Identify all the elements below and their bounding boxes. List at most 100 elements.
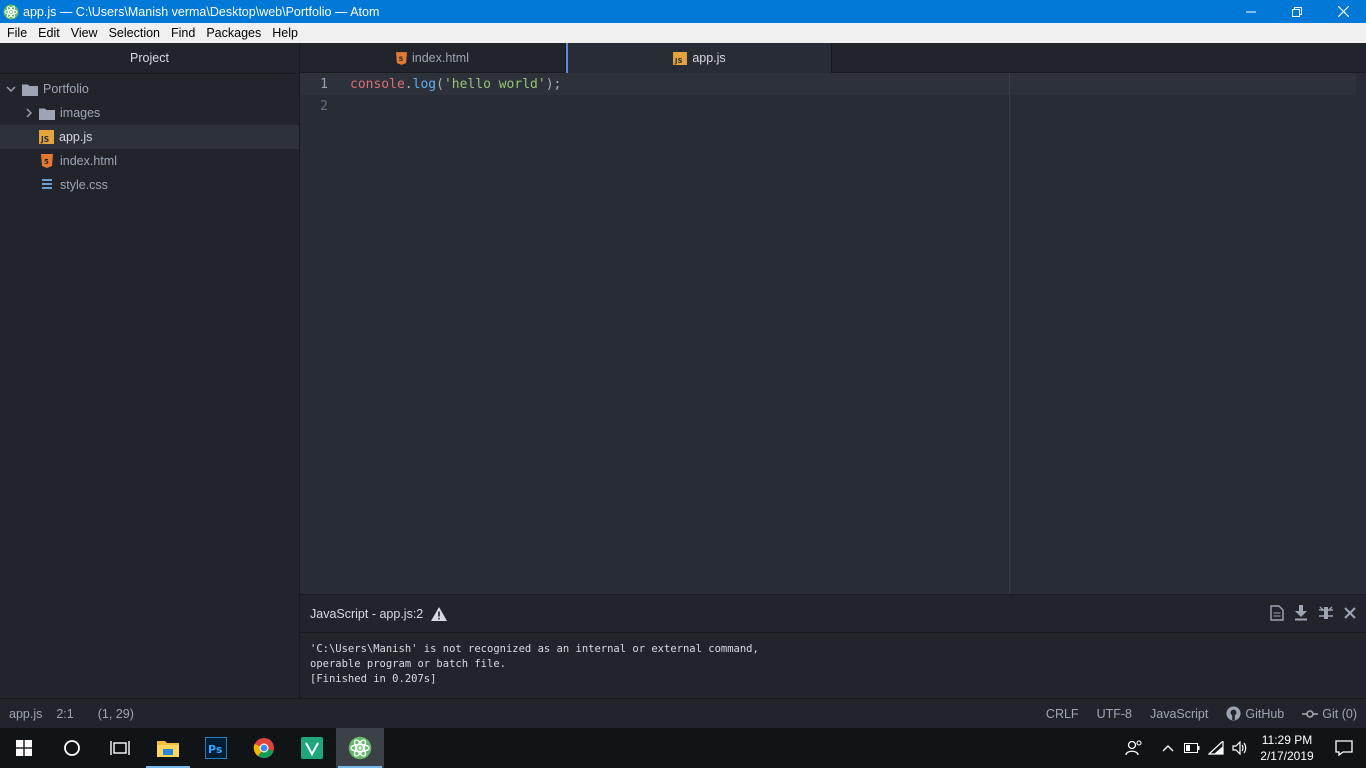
window-title: app.js — C:\Users\Manish verma\Desktop\w… bbox=[23, 4, 380, 19]
wrap-guide bbox=[1009, 73, 1010, 594]
status-grammar[interactable]: JavaScript bbox=[1150, 707, 1208, 721]
windows-logo-icon bbox=[16, 740, 32, 756]
js-file-icon: JS bbox=[39, 130, 54, 144]
show-hidden-icons-button[interactable] bbox=[1156, 728, 1180, 768]
wifi-icon bbox=[1208, 741, 1224, 755]
tab-index-html[interactable]: 5 index.html bbox=[300, 43, 566, 73]
system-tray: 11:29 PM 2/17/2019 bbox=[1112, 728, 1366, 768]
bug-settings-icon[interactable] bbox=[1318, 605, 1334, 621]
download-icon[interactable] bbox=[1294, 605, 1308, 621]
atom-taskbar-button[interactable] bbox=[336, 728, 384, 768]
output-line: 'C:\Users\Manish' is not recognized as a… bbox=[310, 643, 759, 655]
html5-file-icon: 5 bbox=[396, 51, 407, 65]
status-bar: app.js 2:1 (1, 29) CRLF UTF-8 JavaScript… bbox=[0, 698, 1366, 728]
cortana-search-button[interactable] bbox=[48, 728, 96, 768]
chrome-taskbar-button[interactable] bbox=[240, 728, 288, 768]
menu-packages[interactable]: Packages bbox=[201, 26, 266, 40]
close-icon[interactable] bbox=[1344, 607, 1356, 619]
close-button[interactable] bbox=[1320, 0, 1366, 23]
code-token-object: console bbox=[350, 76, 405, 92]
line-number: 2 bbox=[320, 98, 328, 114]
people-icon bbox=[1125, 740, 1142, 756]
code-text: console.log('hello world'); bbox=[350, 77, 561, 92]
action-center-button[interactable] bbox=[1322, 728, 1366, 768]
network-button[interactable] bbox=[1204, 728, 1228, 768]
cortana-circle-icon bbox=[64, 740, 80, 756]
html5-file-icon: 5 bbox=[41, 154, 53, 168]
menu-view[interactable]: View bbox=[66, 26, 103, 40]
tree-view: Project Portfolio images JS app.js 5 ind… bbox=[0, 43, 300, 698]
project-header[interactable]: Project bbox=[0, 43, 299, 74]
status-cursor-position[interactable]: 2:1 bbox=[56, 707, 73, 721]
output-toolbar bbox=[1270, 605, 1356, 621]
copy-output-icon[interactable] bbox=[1270, 605, 1284, 621]
tree-item-label: app.js bbox=[59, 130, 93, 144]
tree-item-index-html[interactable]: 5 index.html bbox=[0, 149, 299, 173]
code-token-close: ); bbox=[545, 76, 562, 92]
restore-button[interactable] bbox=[1274, 0, 1320, 23]
output-title: JavaScript - app.js:2 bbox=[310, 606, 424, 621]
svg-text:5: 5 bbox=[44, 158, 49, 166]
editor-line: 2 bbox=[300, 95, 1356, 117]
status-file-name[interactable]: app.js bbox=[9, 707, 42, 721]
output-line: [Finished in 0.207s] bbox=[310, 673, 437, 685]
start-button[interactable] bbox=[0, 728, 48, 768]
warning-icon bbox=[431, 606, 448, 621]
output-line: operable program or batch file. bbox=[310, 658, 506, 670]
chevron-right-icon bbox=[26, 108, 32, 118]
code-token-function: log bbox=[412, 76, 437, 92]
app-taskbar-button[interactable] bbox=[288, 728, 336, 768]
battery-button[interactable] bbox=[1180, 728, 1204, 768]
folder-icon bbox=[22, 84, 38, 96]
git-commit-icon bbox=[1302, 709, 1319, 718]
tab-label: index.html bbox=[412, 51, 469, 65]
minimize-button[interactable] bbox=[1228, 0, 1274, 23]
taskbar-clock[interactable]: 11:29 PM 2/17/2019 bbox=[1252, 732, 1322, 764]
tree-item-style-css[interactable]: style.css bbox=[0, 173, 299, 197]
chevron-up-icon bbox=[1162, 745, 1174, 752]
title-bar: app.js — C:\Users\Manish verma\Desktop\w… bbox=[0, 0, 1366, 23]
menu-edit[interactable]: Edit bbox=[33, 26, 65, 40]
svg-text:Ps: Ps bbox=[208, 743, 223, 756]
tree-item-label: images bbox=[60, 106, 101, 120]
github-button[interactable]: GitHub bbox=[1226, 706, 1284, 721]
tree-item-portfolio[interactable]: Portfolio bbox=[0, 77, 299, 101]
file-explorer-icon bbox=[157, 741, 179, 757]
photoshop-taskbar-button[interactable]: Ps bbox=[192, 728, 240, 768]
clock-date: 2/17/2019 bbox=[1260, 749, 1314, 763]
task-view-button[interactable] bbox=[96, 728, 144, 768]
output-body: 'C:\Users\Manish' is not recognized as a… bbox=[300, 633, 1366, 696]
code-token-dot: . bbox=[404, 76, 413, 92]
line-number: 1 bbox=[320, 76, 328, 92]
photoshop-icon: Ps bbox=[205, 737, 227, 759]
git-button[interactable]: Git (0) bbox=[1302, 707, 1357, 721]
close-icon bbox=[1337, 6, 1349, 17]
task-view-icon bbox=[110, 741, 130, 755]
tab-app-js[interactable]: JS app.js bbox=[566, 43, 832, 73]
tree-item-app-js[interactable]: JS app.js bbox=[0, 125, 299, 149]
output-header: JavaScript - app.js:2 bbox=[300, 595, 1366, 633]
file-explorer-taskbar-button[interactable] bbox=[144, 728, 192, 768]
github-label: GitHub bbox=[1245, 706, 1285, 721]
tree-item-label: index.html bbox=[60, 154, 117, 168]
green-app-icon bbox=[301, 737, 323, 759]
folder-icon bbox=[39, 108, 55, 120]
volume-button[interactable] bbox=[1228, 728, 1252, 768]
menu-bar: File Edit View Selection Find Packages H… bbox=[0, 23, 1366, 43]
status-encoding[interactable]: UTF-8 bbox=[1097, 707, 1132, 721]
menu-file[interactable]: File bbox=[2, 26, 32, 40]
svg-text:JS: JS bbox=[40, 135, 49, 144]
github-icon bbox=[1226, 706, 1241, 721]
status-selection-count: (1, 29) bbox=[97, 706, 134, 721]
text-editor[interactable]: 1 console.log('hello world'); 2 bbox=[300, 73, 1366, 594]
menu-find[interactable]: Find bbox=[166, 26, 200, 40]
windows-taskbar: Ps 11:29 PM 2/17/2019 bbox=[0, 728, 1366, 768]
status-line-ending[interactable]: CRLF bbox=[1046, 707, 1079, 721]
people-button[interactable] bbox=[1112, 728, 1156, 768]
clock-time: 11:29 PM bbox=[1261, 733, 1313, 747]
menu-selection[interactable]: Selection bbox=[104, 26, 165, 40]
menu-help[interactable]: Help bbox=[267, 26, 303, 40]
tree-item-images[interactable]: images bbox=[0, 101, 299, 125]
restore-icon bbox=[1292, 6, 1302, 17]
atom-logo-icon bbox=[3, 4, 19, 19]
